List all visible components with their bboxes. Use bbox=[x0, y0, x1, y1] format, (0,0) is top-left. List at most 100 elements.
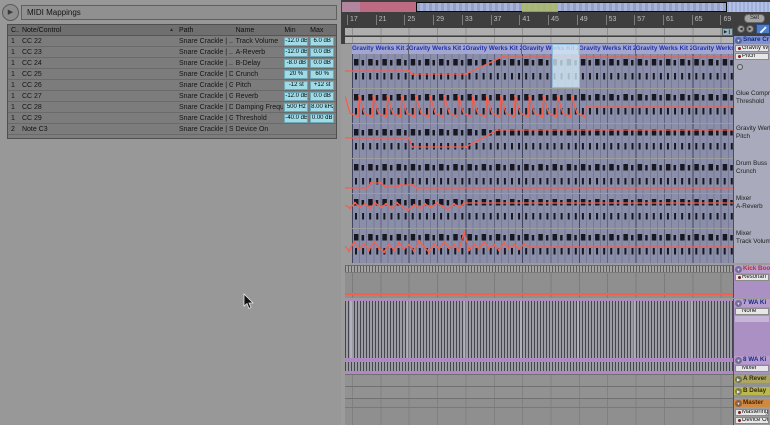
master-track-content[interactable] bbox=[345, 398, 733, 425]
clip-title[interactable]: Gravity Werks Kit 2 bbox=[352, 44, 409, 54]
arrangement-overview[interactable] bbox=[342, 2, 770, 12]
lane-device-label[interactable]: Drum Buss bbox=[736, 160, 770, 168]
max-value-field[interactable]: 60 % bbox=[310, 70, 334, 79]
wa7-track-title[interactable]: ▼ 7 WA Ki bbox=[734, 299, 770, 307]
lane-device-label[interactable]: Glue Compre bbox=[736, 90, 770, 98]
master-device-chooser[interactable]: Mastering bbox=[735, 409, 769, 416]
ruler-tick[interactable]: 21 bbox=[376, 15, 387, 25]
lane-param-label[interactable]: Pitch bbox=[736, 133, 770, 141]
wa7-track-header[interactable]: ▼ 7 WA Ki None bbox=[733, 299, 770, 356]
master-track-title[interactable]: ▼ Master bbox=[734, 399, 770, 407]
automation-led-icon[interactable] bbox=[737, 64, 743, 70]
unfold-track-icon[interactable]: ▼ bbox=[735, 266, 742, 273]
table-row[interactable]: 1CC 23Snare Crackle | ...A-Reverb-12.0 d… bbox=[8, 47, 336, 58]
col-header-max[interactable]: Max bbox=[309, 25, 336, 35]
min-value-field[interactable]: -8.0 dB bbox=[284, 59, 308, 68]
ruler-tick[interactable]: 61 bbox=[663, 15, 674, 25]
ruler-tick[interactable]: 25 bbox=[404, 15, 415, 25]
follow-button[interactable]: ▶❙ bbox=[722, 28, 733, 36]
clip-title[interactable]: Gravity Werks Kit 2 bbox=[692, 44, 733, 54]
midi-mappings-toggle-icon[interactable]: ▶ bbox=[2, 4, 19, 21]
min-value-field[interactable]: 500 Hz bbox=[284, 103, 308, 112]
unfold-track-icon[interactable]: ▼ bbox=[735, 400, 742, 407]
min-value-field[interactable]: -12.0 dB bbox=[284, 92, 308, 101]
kick-automation-line[interactable] bbox=[345, 293, 733, 295]
ruler-tick[interactable]: 17 bbox=[347, 15, 358, 25]
col-header-name[interactable]: Name bbox=[233, 25, 284, 35]
max-value-field[interactable]: 6.0 dB bbox=[310, 37, 334, 46]
wa7-track-waveform[interactable] bbox=[345, 299, 733, 360]
max-value-field[interactable]: 0.0 dB bbox=[310, 59, 334, 68]
wa8-track-waveform[interactable] bbox=[345, 360, 733, 373]
lane-device-label[interactable]: Gravity Werk bbox=[736, 125, 770, 133]
min-value-field[interactable]: 20 % bbox=[284, 70, 308, 79]
ruler-tick[interactable]: 45 bbox=[548, 15, 559, 25]
wa8-track-header[interactable]: ▼ 8 WA Ki Mixer bbox=[733, 356, 770, 374]
table-row[interactable]: 1CC 22Snare Crackle | ...Track Volume-12… bbox=[8, 36, 336, 47]
return-b-track-header[interactable]: ▶ B Delay bbox=[733, 386, 770, 398]
snare-track-title[interactable]: ▼ Snare Cr bbox=[734, 36, 770, 44]
table-row[interactable]: 1CC 24Snare Crackle | ...B-Delay-8.0 dB0… bbox=[8, 58, 336, 69]
play-track-icon[interactable]: ▶ bbox=[735, 376, 742, 383]
return-b-title[interactable]: ▶ B Delay bbox=[734, 387, 770, 395]
lane-device-label[interactable]: Mixer bbox=[736, 195, 770, 203]
return-a-track-header[interactable]: ▶ A Rever bbox=[733, 374, 770, 386]
col-header-channel[interactable]: C.. bbox=[8, 25, 19, 35]
return-b-track-content[interactable] bbox=[345, 386, 733, 398]
scrub-area[interactable] bbox=[345, 28, 733, 36]
max-value-field[interactable]: 0.00 dB bbox=[310, 114, 334, 123]
master-track-header[interactable]: ▼ Master Mastering Device On bbox=[733, 398, 770, 425]
beat-time-ruler[interactable]: 1721252933374145495357616569 bbox=[345, 14, 769, 27]
lane-device-label[interactable]: Mixer bbox=[736, 230, 770, 238]
table-row[interactable]: 1CC 27Snare Crackle | G...Reverb-12.0 dB… bbox=[8, 91, 336, 102]
ruler-tick[interactable]: 53 bbox=[606, 15, 617, 25]
max-value-field[interactable]: 0.0 dB bbox=[310, 48, 334, 57]
min-value-field[interactable]: -40.0 dB bbox=[284, 114, 308, 123]
clip-title[interactable]: Gravity Werks Kit 2 bbox=[409, 44, 466, 54]
col-header-min[interactable]: Min bbox=[283, 25, 309, 35]
overview-view-box[interactable] bbox=[416, 2, 727, 12]
master-param-chooser[interactable]: Device On bbox=[735, 417, 769, 424]
ruler-tick[interactable]: 69 bbox=[720, 15, 731, 25]
snare-track-header[interactable]: ▼ Snare Cr Gravity W Pitch Glue CompreTh… bbox=[733, 36, 770, 263]
return-a-title[interactable]: ▶ A Rever bbox=[734, 375, 770, 383]
ruler-tick[interactable]: 49 bbox=[577, 15, 588, 25]
max-value-field[interactable]: +12 st bbox=[310, 81, 334, 90]
unfold-track-icon[interactable]: ▼ bbox=[735, 357, 742, 364]
ruler-tick[interactable]: 37 bbox=[491, 15, 502, 25]
clip-title[interactable]: Gravity Werks Kit 2 bbox=[579, 44, 636, 54]
table-row[interactable]: 1CC 26Snare Crackle | G...Pitch-12 st+12… bbox=[8, 80, 336, 91]
kick-device-chooser[interactable]: Resonan bbox=[735, 274, 769, 281]
automation-lane[interactable] bbox=[345, 89, 733, 123]
col-header-note-control[interactable]: Note/Control ▲ bbox=[19, 25, 176, 35]
param-chooser[interactable]: Pitch bbox=[735, 53, 769, 60]
clip-title[interactable]: Gravity Werks Kit 2 bbox=[636, 44, 693, 54]
table-row[interactable]: 1CC 29Snare Crackle | G...Threshold-40.0… bbox=[8, 113, 336, 124]
automation-lane[interactable] bbox=[345, 229, 733, 263]
min-value-field[interactable]: -12 st bbox=[284, 81, 308, 90]
unfold-track-icon[interactable]: ▼ bbox=[735, 37, 742, 44]
wa8-device-chooser[interactable]: Mixer bbox=[735, 365, 769, 372]
clip-title[interactable]: Gravity Werks Kit 2 bbox=[465, 44, 522, 54]
unfold-track-icon[interactable]: ▼ bbox=[735, 300, 742, 307]
lane-param-label[interactable]: Track Volum bbox=[736, 238, 770, 246]
lane-param-label[interactable]: A-Reverb bbox=[736, 203, 770, 211]
min-value-field[interactable]: -12.0 dB bbox=[284, 37, 308, 46]
automation-lane[interactable] bbox=[345, 124, 733, 158]
return-a-track-content[interactable] bbox=[345, 374, 733, 386]
device-chooser[interactable]: Gravity W bbox=[735, 45, 769, 52]
ruler-tick[interactable]: 57 bbox=[634, 15, 645, 25]
ruler-tick[interactable]: 41 bbox=[519, 15, 530, 25]
lane-param-label[interactable]: Crunch bbox=[736, 168, 770, 176]
play-track-icon[interactable]: ▶ bbox=[735, 388, 742, 395]
table-row[interactable]: 2Note C3Snare Crackle | S...Device On bbox=[8, 124, 336, 135]
kick-track-title[interactable]: ▼ Kick Boo bbox=[734, 265, 770, 273]
table-row[interactable]: 1CC 28Snare Crackle | D...Damping Freque… bbox=[8, 102, 336, 113]
ruler-tick[interactable]: 29 bbox=[433, 15, 444, 25]
automation-lane[interactable] bbox=[345, 194, 733, 228]
kick-track-content[interactable] bbox=[345, 265, 733, 298]
lane-param-label[interactable]: Threshold bbox=[736, 98, 770, 106]
table-row[interactable]: 1CC 25Snare Crackle | D...Crunch20 %60 % bbox=[8, 69, 336, 80]
automation-lane[interactable] bbox=[345, 54, 733, 88]
min-value-field[interactable]: -12.0 dB bbox=[284, 48, 308, 57]
